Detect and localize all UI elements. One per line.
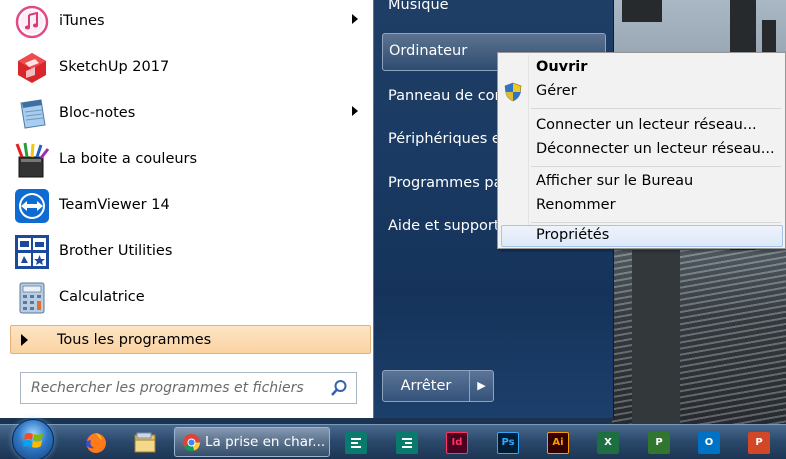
program-item-brother-utilities[interactable]: Brother Utilities (10, 230, 370, 274)
menu-item-open[interactable]: Ouvrir (501, 57, 783, 79)
powerpoint-icon: P (748, 431, 770, 454)
paint-box-icon (12, 140, 52, 180)
taskbar-project[interactable]: P (646, 428, 672, 457)
menu-item-rename[interactable]: Renommer (501, 195, 783, 217)
menu-item-label: Gérer (536, 83, 577, 99)
windows-logo-icon (23, 433, 43, 448)
menu-item-properties[interactable]: Propriétés (501, 225, 783, 247)
all-programs-button[interactable]: Tous les programmes (10, 325, 371, 354)
help-support-link[interactable]: Aide et support (388, 218, 500, 234)
start-menu-programs-pane: iTunes SketchUp 2017 Bloc-notes La boite… (0, 0, 374, 418)
program-item-paint-box[interactable]: La boite a couleurs (10, 138, 370, 182)
taskbar-illustrator[interactable]: Ai (545, 428, 571, 457)
taskbar-firefox[interactable] (82, 428, 110, 457)
search-input[interactable] (21, 373, 321, 403)
taskbar-file-explorer[interactable] (130, 428, 160, 457)
notepad-icon (12, 94, 52, 134)
start-button[interactable] (12, 419, 54, 459)
expand-arrow-icon (21, 334, 28, 346)
outlook-icon: O (698, 431, 720, 454)
sway-icon (345, 431, 367, 454)
shutdown-button[interactable]: Arrêter (382, 370, 470, 402)
computer-link-label: Ordinateur (389, 43, 468, 59)
submenu-arrow-icon (352, 106, 358, 116)
taskbar-photoshop[interactable]: Ps (495, 428, 521, 457)
taskbar-sway[interactable] (343, 428, 369, 457)
program-item-notepad[interactable]: Bloc-notes (10, 92, 370, 136)
program-item-teamviewer[interactable]: TeamViewer 14 (10, 184, 370, 228)
taskbar-indesign[interactable]: Id (444, 428, 470, 457)
menu-item-disconnect-network-drive[interactable]: Déconnecter un lecteur réseau... (501, 139, 783, 161)
taskbar-sway-2[interactable] (394, 428, 420, 457)
sway-icon (396, 431, 418, 454)
menu-item-map-network-drive[interactable]: Connecter un lecteur réseau... (501, 115, 783, 137)
search-icon[interactable] (330, 379, 348, 397)
firefox-icon (86, 432, 106, 453)
menu-separator (531, 222, 781, 223)
menu-item-label: Déconnecter un lecteur réseau... (536, 141, 775, 157)
menu-item-manage[interactable]: Gérer (501, 81, 783, 103)
taskbar-chrome-window[interactable]: La prise en char... (174, 427, 330, 457)
brother-utilities-icon (12, 232, 52, 272)
menu-item-label: Ouvrir (536, 59, 588, 75)
chrome-icon (182, 433, 201, 452)
menu-item-label: Connecter un lecteur réseau... (536, 117, 757, 133)
indesign-icon: Id (446, 431, 468, 454)
program-label: iTunes (59, 13, 105, 29)
menu-item-label: Afficher sur le Bureau (536, 173, 694, 189)
teamviewer-icon (12, 186, 52, 226)
program-label: Brother Utilities (59, 243, 173, 259)
program-label: TeamViewer 14 (59, 197, 170, 213)
program-label: La boite a couleurs (59, 151, 198, 167)
menu-item-label: Renommer (536, 197, 616, 213)
menu-separator (531, 166, 781, 167)
taskbar-excel[interactable]: X (595, 428, 621, 457)
file-explorer-icon (134, 432, 156, 452)
excel-icon: X (597, 431, 619, 454)
program-item-calculator[interactable]: Calculatrice (10, 276, 370, 320)
itunes-icon (12, 2, 52, 42)
illustrator-icon: Ai (547, 431, 569, 454)
taskbar-window-title: La prise en char... (205, 434, 326, 450)
wallpaper-post (622, 0, 662, 22)
photoshop-icon: Ps (497, 431, 519, 454)
program-label: SketchUp 2017 (59, 59, 170, 75)
music-link[interactable]: Musique (388, 0, 449, 13)
program-item-itunes[interactable]: iTunes (10, 0, 370, 44)
project-icon: P (648, 431, 670, 454)
program-label: Bloc-notes (59, 105, 136, 121)
search-box[interactable] (20, 372, 357, 404)
computer-context-menu: Ouvrir Gérer Connecter un lecteur réseau… (497, 52, 786, 249)
program-label: Calculatrice (59, 289, 145, 305)
shutdown-options-button[interactable]: ▶ (470, 370, 494, 402)
menu-item-label: Propriétés (536, 227, 610, 243)
sketchup-icon (12, 48, 52, 88)
taskbar-powerpoint[interactable]: P (746, 428, 772, 457)
chevron-right-icon: ▶ (477, 379, 486, 392)
all-programs-label: Tous les programmes (57, 332, 212, 348)
menu-separator (531, 108, 781, 109)
calculator-icon (12, 278, 52, 318)
taskbar: La prise en char... Id Ps Ai X P O P (0, 419, 786, 459)
submenu-arrow-icon (352, 14, 358, 24)
taskbar-outlook[interactable]: O (696, 428, 722, 457)
program-item-sketchup[interactable]: SketchUp 2017 (10, 46, 370, 90)
menu-item-show-on-desktop[interactable]: Afficher sur le Bureau (501, 171, 783, 193)
wallpaper-post (632, 250, 680, 424)
